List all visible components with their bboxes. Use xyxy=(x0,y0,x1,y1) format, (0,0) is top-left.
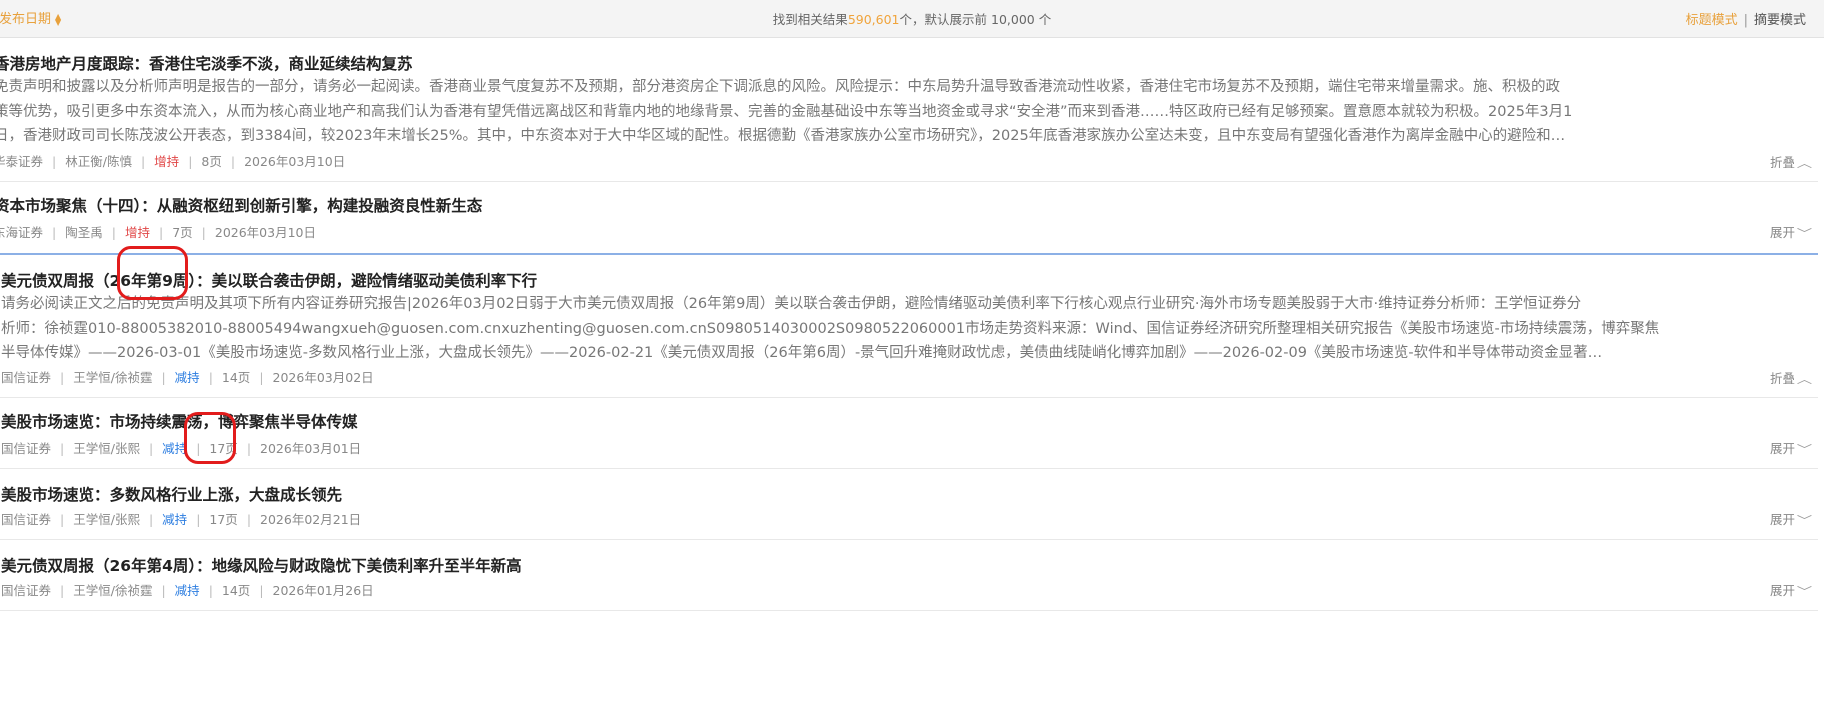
result-item: 美元债双周报（26年第4周）：地缘风险与财政隐忧下美债利率升至半年新高 国信证券… xyxy=(0,540,1818,611)
page-count: 17页 xyxy=(209,512,238,527)
report-title[interactable]: 美股市场速览：多数风格行业上涨，大盘成长领先 xyxy=(1,483,342,505)
expand-button[interactable]: 展开 ﹀ xyxy=(1770,438,1813,457)
publish-date: 2026年02月21日 xyxy=(260,512,362,527)
rating-badge: 增持 xyxy=(154,154,180,169)
report-title[interactable]: 美元债双周报（26年第4周）：地缘风险与财政隐忧下美债利率升至半年新高 xyxy=(1,554,522,576)
report-summary: 免责声明和披露以及分析师声明是报告的一部分，请务必一起阅读。香港商业景气度复苏不… xyxy=(0,79,1573,144)
chevron-down-icon: ﹀ xyxy=(1796,585,1813,598)
rating-badge: 减持 xyxy=(174,370,200,385)
summary-mode-link[interactable]: 摘要模式 xyxy=(1754,13,1806,28)
page-count: 8页 xyxy=(201,154,222,169)
result-item: 美股市场速览：多数风格行业上涨，大盘成长领先 国信证券 | 王学恒/张熙 | 减持 | 17… xyxy=(0,469,1818,540)
page-count: 7页 xyxy=(172,225,193,240)
expand-button[interactable]: 展开 ﹀ xyxy=(1770,222,1813,241)
rating-badge: 减持 xyxy=(174,583,200,598)
broker-link[interactable]: 国信证券 xyxy=(1,370,51,385)
analyst-link[interactable]: 王学恒/张熙 xyxy=(73,512,140,527)
report-title[interactable]: 美股市场速览：市场持续震荡，博弈聚焦半导体传媒 xyxy=(1,410,358,432)
title-mode-link[interactable]: 标题模式 xyxy=(1686,13,1738,28)
publish-date: 2026年01月26日 xyxy=(272,583,374,598)
report-meta: 华泰证券|林正衡/陈慎|增持|8页|2026年03月10日 xyxy=(0,151,345,170)
analyst-link[interactable]: 陶圣禹 xyxy=(65,225,103,240)
report-meta: 国信证券 | 王学恒/徐祯霆 | 减持 | 14页 | 2026年01月26日 xyxy=(1,583,374,598)
result-item: 美元债双周报（26年第9周）：美以联合袭击伊朗，避险情绪驱动美债利率下行 请务必… xyxy=(0,255,1818,398)
result-item: 香港房地产月度跟踪：香港住宅淡季不淡，商业延续结构复苏 免责声明和披露以及分析师… xyxy=(0,38,1818,182)
chevron-down-icon: ﹀ xyxy=(1796,443,1813,456)
chevron-down-icon: ﹀ xyxy=(1796,227,1813,240)
chevron-up-icon: ︿ xyxy=(1796,157,1813,170)
rating-highlight-circle xyxy=(184,412,236,464)
rating-badge: 增持 xyxy=(124,225,150,240)
report-title[interactable]: 资本市场聚焦（十四）：从融资枢纽到创新引擎，构建投融资良性新生态 xyxy=(0,194,482,216)
report-title[interactable]: 香港房地产月度跟踪：香港住宅淡季不淡，商业延续结构复苏 xyxy=(0,52,413,74)
report-meta: 东海证券|陶圣禹|增持|7页|2026年03月10日 xyxy=(0,222,316,241)
report-meta: 国信证券 | 王学恒/张熙 | 减持 | 17页 | 2026年02月21日 xyxy=(1,512,362,527)
collapse-button[interactable]: 折叠 ︿ xyxy=(1770,152,1813,171)
expand-button[interactable]: 展开 ﹀ xyxy=(1770,580,1813,599)
collapse-button[interactable]: 折叠 ︿ xyxy=(1770,368,1813,387)
publish-date: 2026年03月10日 xyxy=(214,225,316,240)
analyst-link[interactable]: 王学恒/徐祯霆 xyxy=(73,583,152,598)
report-title[interactable]: 美元债双周报（26年第9周）：美以联合袭击伊朗，避险情绪驱动美债利率下行 xyxy=(1,269,537,291)
report-meta: 国信证券 | 王学恒/张熙 | 减持 | 17页 | 2026年03月01日 xyxy=(1,441,362,456)
result-count-number: 590,601 xyxy=(847,12,900,27)
broker-link[interactable]: 华泰证券 xyxy=(0,154,43,169)
chevron-up-icon: ︿ xyxy=(1796,373,1813,386)
result-item: 美股市场速览：市场持续震荡，博弈聚焦半导体传媒 国信证券 | 王学恒/张熙 | 减持 | 1… xyxy=(0,398,1818,469)
report-meta: 国信证券 | 王学恒/徐祯霆 | 减持 | 14页 | 2026年03月02日 xyxy=(1,370,374,385)
page-count: 14页 xyxy=(221,583,251,598)
view-mode-switch: 标题模式 | 摘要模式 xyxy=(1686,9,1806,28)
results-toolbar: 发布日期 ▲ ▼ 找到相关结果590,601个，默认展示前 10,000 个 标题模… xyxy=(0,0,1824,38)
analyst-link[interactable]: 王学恒/张熙 xyxy=(73,441,140,456)
report-summary: 请务必阅读正文之后的免责声明及其项下所有内容证券研究报告|2026年03月02日… xyxy=(1,296,1660,361)
page-count: 14页 xyxy=(221,370,251,385)
rating-highlight-circle xyxy=(117,246,188,300)
expand-button[interactable]: 展开 ﹀ xyxy=(1770,509,1813,528)
broker-link[interactable]: 国信证券 xyxy=(1,583,51,598)
publish-date: 2026年03月10日 xyxy=(244,154,346,169)
broker-link[interactable]: 东海证券 xyxy=(0,225,43,240)
rating-badge: 减持 xyxy=(162,512,188,527)
mode-separator: | xyxy=(1743,13,1748,28)
publish-date: 2026年03月01日 xyxy=(260,441,362,456)
publish-date: 2026年03月02日 xyxy=(272,370,374,385)
broker-link[interactable]: 国信证券 xyxy=(1,441,51,456)
result-item: 资本市场聚焦（十四）：从融资枢纽到创新引擎，构建投融资良性新生态 东海证券|陶圣… xyxy=(0,182,1818,255)
chevron-down-icon: ﹀ xyxy=(1796,514,1813,527)
result-count: 找到相关结果590,601个，默认展示前 10,000 个 xyxy=(772,12,1052,27)
analyst-link[interactable]: 林正衡/陈慎 xyxy=(65,154,132,169)
broker-link[interactable]: 国信证券 xyxy=(1,512,51,527)
analyst-link[interactable]: 王学恒/徐祯霆 xyxy=(73,370,152,385)
